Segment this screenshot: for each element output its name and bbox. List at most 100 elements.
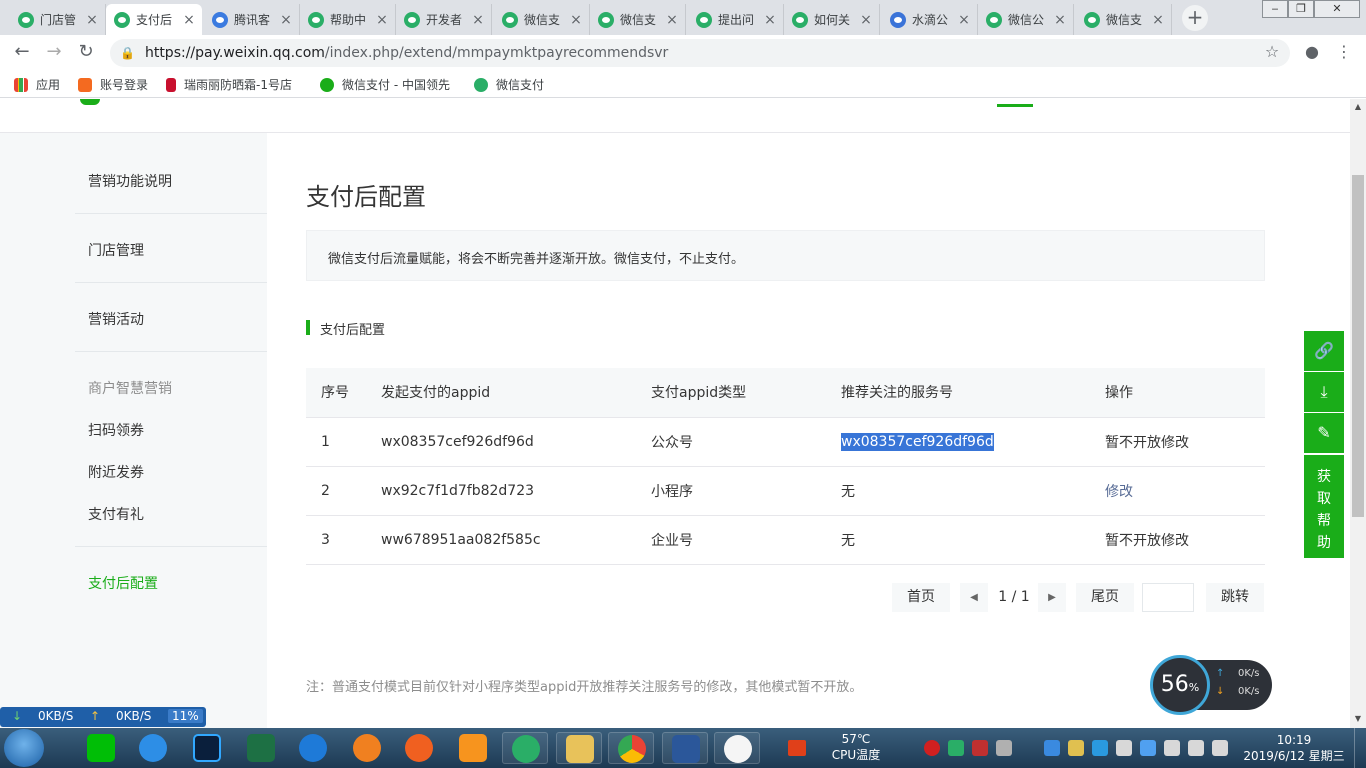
download-icon[interactable]: ⤓ (1304, 372, 1344, 412)
reload-icon[interactable]: ↻ (72, 39, 100, 67)
minimize-button[interactable]: ‒ (1262, 0, 1288, 18)
edit-link[interactable]: 修改 (1105, 484, 1133, 500)
tab-title: 帮助中 (330, 13, 367, 27)
uc-browser-icon[interactable] (450, 732, 496, 764)
scroll-thumb[interactable] (1352, 175, 1364, 517)
wechat-icon (1084, 11, 1100, 28)
app-icon[interactable] (714, 732, 760, 764)
tray-icon[interactable] (924, 740, 940, 756)
tray-icon[interactable] (972, 740, 988, 756)
wechat-icon[interactable] (502, 732, 548, 764)
link-icon[interactable]: 🔗 (1304, 331, 1344, 371)
jump-button[interactable]: 跳转 (1206, 583, 1264, 612)
sidebar-item-pay-gift[interactable]: 支付有礼 (88, 504, 144, 524)
bookmark-item[interactable]: 微信支付 (474, 76, 544, 93)
edit-icon[interactable]: ✎ (1304, 413, 1344, 453)
tab[interactable]: 微信支 × (1076, 4, 1172, 35)
close-icon[interactable]: × (1053, 12, 1067, 28)
url-field[interactable]: 🔒 https://pay.weixin.qq.com/index.php/ex… (110, 39, 1290, 67)
back-icon[interactable]: ← (8, 39, 36, 67)
ie-icon[interactable] (130, 732, 176, 764)
forward-icon[interactable]: → (40, 39, 68, 67)
tray-icon[interactable] (1044, 740, 1060, 756)
kugou-icon[interactable] (290, 732, 336, 764)
get-help-button[interactable]: 获 取 帮 助 (1304, 455, 1344, 558)
tray-icon[interactable] (948, 740, 964, 756)
chrome-icon[interactable] (608, 732, 654, 764)
sogou-icon[interactable] (786, 732, 810, 764)
tray-icon[interactable] (1068, 740, 1084, 756)
sidebar-item-nearby-coupon[interactable]: 附近发券 (88, 462, 144, 482)
tab[interactable]: 开发者 × (396, 4, 492, 35)
network-icon[interactable] (1188, 740, 1204, 756)
scrollbar[interactable]: ▲ ▼ (1350, 99, 1366, 728)
shield-icon[interactable] (1140, 740, 1156, 756)
close-icon[interactable]: × (763, 12, 777, 28)
close-icon[interactable]: × (375, 12, 389, 28)
service-cell: 无 (841, 466, 1105, 516)
close-window-button[interactable]: ✕ (1314, 0, 1360, 18)
scroll-down-icon[interactable]: ▼ (1350, 711, 1366, 727)
bookmark-item[interactable]: 瑞雨丽防晒霜-1号店 (166, 76, 304, 93)
download-arrow-icon: ↓ (1216, 686, 1225, 697)
tray-icon[interactable] (1164, 740, 1180, 756)
star-icon[interactable]: ☆ (1258, 39, 1286, 67)
close-icon[interactable]: × (471, 12, 485, 28)
tray-icon[interactable] (1116, 740, 1132, 756)
tab[interactable]: 提出问 × (688, 4, 784, 35)
notice-box: 微信支付后流量赋能，将会不断完善并逐渐开放。微信支付，不止支付。 (306, 230, 1265, 281)
sidebar-item-marketing-activity[interactable]: 营销活动 (88, 309, 144, 329)
new-tab-button[interactable]: + (1182, 5, 1208, 31)
close-icon[interactable]: × (182, 12, 196, 28)
scroll-up-icon[interactable]: ▲ (1350, 99, 1366, 115)
tray-icon[interactable] (1092, 740, 1108, 756)
cpu-temperature: 57℃ CPU温度 (831, 732, 881, 762)
tab[interactable]: 门店管 × (10, 4, 106, 35)
tab[interactable]: 水滴公 × (882, 4, 978, 35)
close-icon[interactable]: × (85, 12, 99, 28)
sidebar-item-marketing-intro[interactable]: 营销功能说明 (88, 171, 172, 191)
iqiyi-icon[interactable] (78, 732, 124, 764)
volume-icon[interactable] (1212, 740, 1228, 756)
start-button[interactable] (4, 729, 44, 767)
bookmark-item[interactable]: 微信支付 - 中国领先 (320, 76, 456, 93)
tab[interactable]: 微信支 × (590, 4, 686, 35)
app-icon[interactable] (396, 732, 442, 764)
bookmark-apps[interactable]: 应用 (14, 76, 60, 93)
account-icon[interactable]: ● (1298, 39, 1326, 67)
tab[interactable]: 如何关 × (784, 4, 880, 35)
word-icon[interactable] (662, 732, 708, 764)
jump-page-input[interactable] (1142, 583, 1194, 612)
clock[interactable]: 10:19 2019/6/12 星期三 (1242, 732, 1346, 764)
prev-page-button[interactable]: ◀ (960, 583, 988, 612)
close-icon[interactable]: × (665, 12, 679, 28)
column-header: 推荐关注的服务号 (841, 368, 1105, 418)
close-icon[interactable]: × (1151, 12, 1165, 28)
menu-icon[interactable]: ⋮ (1330, 39, 1358, 67)
photoshop-icon[interactable] (184, 732, 230, 764)
next-page-button[interactable]: ▶ (1038, 583, 1066, 612)
tab-active[interactable]: 支付后 × (106, 4, 202, 35)
explorer-icon[interactable] (556, 732, 602, 764)
close-icon[interactable]: × (957, 12, 971, 28)
first-page-button[interactable]: 首页 (892, 583, 950, 612)
close-icon[interactable]: × (569, 12, 583, 28)
excel-icon[interactable] (238, 732, 284, 764)
tab[interactable]: 微信支 × (494, 4, 590, 35)
tab[interactable]: 帮助中 × (300, 4, 396, 35)
sidebar-item-post-pay-config[interactable]: 支付后配置 (88, 573, 158, 593)
tab[interactable]: 微信公 × (978, 4, 1074, 35)
sidebar-item-scan-coupon[interactable]: 扫码领券 (88, 420, 144, 440)
maximize-button[interactable]: ❐ (1288, 0, 1314, 18)
close-icon[interactable]: × (279, 12, 293, 28)
speed-widget[interactable]: 56% ↑ 0K/s ↓ 0K/s (1150, 655, 1272, 715)
app-icon[interactable] (344, 732, 390, 764)
close-icon[interactable]: × (859, 12, 873, 28)
volume-icon[interactable] (996, 740, 1012, 756)
bookmark-item[interactable]: 账号登录 (78, 76, 148, 93)
tab[interactable]: 腾讯客 × (204, 4, 300, 35)
sidebar-item-store-management[interactable]: 门店管理 (88, 240, 144, 260)
wechat-icon (308, 11, 324, 28)
last-page-button[interactable]: 尾页 (1076, 583, 1134, 612)
show-desktop-button[interactable] (1354, 728, 1366, 768)
